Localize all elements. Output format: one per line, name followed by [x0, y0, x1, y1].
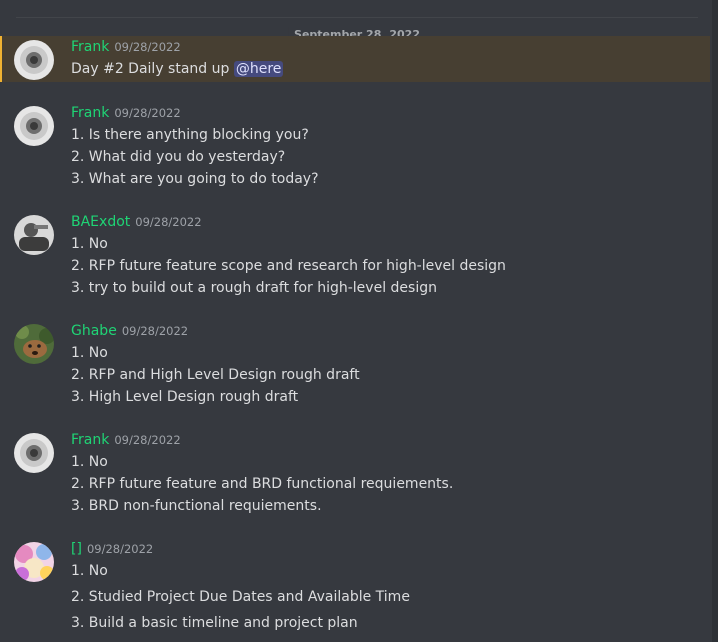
frank-avatar[interactable]	[14, 40, 54, 80]
username[interactable]: Frank	[71, 432, 109, 448]
message-line: 3. BRD non-functional requiements.	[71, 498, 322, 514]
username[interactable]: []	[71, 541, 82, 557]
timestamp: 09/28/2022	[121, 324, 189, 338]
anime-avatar[interactable]	[14, 542, 54, 582]
message-line: 1. No	[71, 563, 108, 579]
username[interactable]: Ghabe	[71, 323, 117, 339]
timestamp: 09/28/2022	[114, 40, 181, 54]
message[interactable]: BAExdot 09/28/2022 1. No 2. RFP future fe…	[0, 211, 710, 299]
username[interactable]: BAExdot	[71, 214, 130, 230]
message-line: 3. What are you going to do today?	[71, 171, 319, 187]
message-line: 1. No	[71, 454, 108, 470]
message-line: 2. Studied Project Due Dates and Availab…	[71, 589, 410, 605]
baexdot-avatar[interactable]	[14, 215, 54, 255]
message-line: 3. try to build out a rough draft for hi…	[71, 280, 437, 296]
message[interactable]: [] 09/28/2022 1. No 2. Studied Project Du…	[0, 538, 710, 638]
message-line: 1. No	[71, 236, 108, 252]
message-line: 2. RFP future feature scope and research…	[71, 258, 506, 274]
scrollbar[interactable]	[712, 0, 718, 642]
username[interactable]: Frank	[71, 105, 109, 121]
frank-avatar[interactable]	[14, 433, 54, 473]
timestamp: 09/28/2022	[86, 542, 154, 556]
message-line: 1. Is there anything blocking you?	[71, 127, 309, 143]
frank-avatar[interactable]	[14, 106, 54, 146]
message-line: 2. RFP future feature and BRD functional…	[71, 476, 454, 492]
message[interactable]: Ghabe 09/28/2022 1. No 2. RFP and High Le…	[0, 320, 710, 408]
username[interactable]: Frank	[71, 39, 109, 55]
message-text: Day #2 Daily stand up @here	[71, 61, 284, 77]
timestamp: 09/28/2022	[114, 106, 181, 120]
message-line: 1. No	[71, 345, 108, 361]
message-line: 2. RFP and High Level Design rough draft	[71, 367, 360, 383]
ghabe-avatar[interactable]	[14, 324, 54, 364]
message[interactable]: Frank 09/28/2022 1. Is there anything blo…	[0, 102, 710, 190]
date-divider: September 28, 2022	[16, 17, 698, 43]
message[interactable]: Frank 09/28/2022 Day #2 Daily stand up @h…	[0, 36, 710, 82]
message-line: 2. What did you do yesterday?	[71, 149, 286, 165]
message[interactable]: Frank 09/28/2022 1. No 2. RFP future feat…	[0, 429, 710, 517]
timestamp: 09/28/2022	[114, 433, 181, 447]
message-line: 3. Build a basic timeline and project pl…	[71, 615, 358, 631]
mention-pill[interactable]: @here	[233, 61, 284, 77]
timestamp: 09/28/2022	[135, 215, 202, 229]
message-line: 3. High Level Design rough draft	[71, 389, 299, 405]
